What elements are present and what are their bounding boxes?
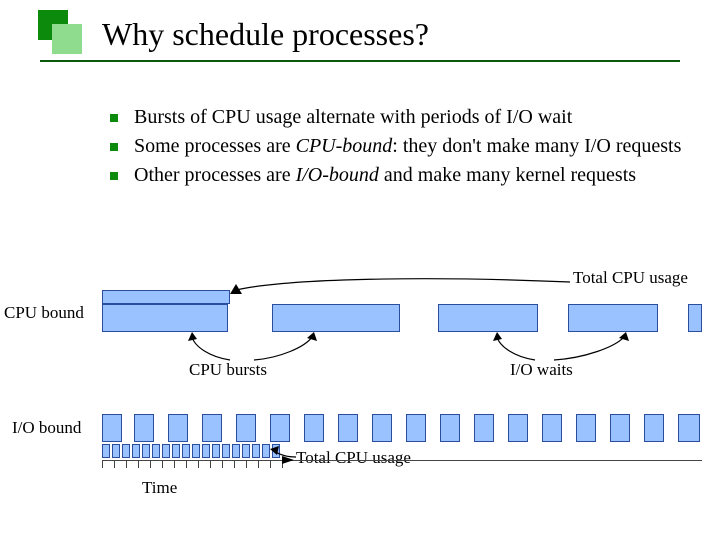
bar — [162, 444, 170, 458]
bar — [610, 414, 630, 442]
bar — [132, 444, 140, 458]
label-io-waits: I/O waits — [510, 360, 573, 380]
bar — [440, 414, 460, 442]
bar — [406, 414, 426, 442]
bar — [508, 414, 528, 442]
bar — [372, 414, 392, 442]
bar — [152, 444, 160, 458]
arrow-total-cpu-top — [230, 276, 580, 298]
bar — [134, 414, 154, 442]
bar — [102, 290, 230, 304]
bullet-item: Some processes are CPU-bound: they don't… — [110, 134, 700, 159]
bar — [122, 444, 130, 458]
bar — [102, 304, 228, 332]
bar — [112, 444, 120, 458]
bar — [338, 414, 358, 442]
bar — [262, 444, 270, 458]
bar — [272, 444, 280, 458]
bar — [142, 444, 150, 458]
label-io-bound: I/O bound — [12, 418, 81, 438]
bar — [182, 444, 190, 458]
bar — [688, 304, 702, 332]
label-total-cpu-usage-bottom: Total CPU usage — [296, 448, 411, 468]
bullet-list: Bursts of CPU usage alternate with perio… — [70, 105, 700, 192]
label-cpu-bound: CPU bound — [4, 303, 84, 323]
time-axis — [102, 460, 702, 461]
bar — [252, 444, 260, 458]
bar — [232, 444, 240, 458]
bar — [202, 444, 210, 458]
bullet-item: Bursts of CPU usage alternate with perio… — [110, 105, 700, 130]
label-time: Time — [142, 478, 177, 498]
arrow-cpu-burst — [250, 332, 320, 362]
bar — [644, 414, 664, 442]
arrow-io-wait — [495, 332, 555, 362]
bar — [102, 444, 110, 458]
bar — [202, 414, 222, 442]
bar — [236, 414, 256, 442]
arrow-io-wait — [550, 332, 630, 362]
slide-title: Why schedule processes? — [102, 16, 429, 53]
accent-square-light — [52, 24, 82, 54]
bar — [474, 414, 494, 442]
bar — [222, 444, 230, 458]
bar — [102, 414, 122, 442]
slide: Why schedule processes? Bursts of CPU us… — [0, 0, 720, 540]
slide-header: Why schedule processes? — [0, 0, 720, 78]
bar — [678, 414, 700, 442]
bar — [272, 304, 400, 332]
bar — [168, 414, 188, 442]
label-total-cpu-usage-top: Total CPU usage — [573, 268, 688, 288]
bullet-item: Other processes are I/O-bound and make m… — [110, 163, 700, 188]
bar — [304, 414, 324, 442]
rule — [40, 60, 680, 62]
bar — [542, 414, 562, 442]
bar — [576, 414, 596, 442]
arrow-cpu-burst — [190, 332, 250, 362]
bar — [212, 444, 220, 458]
bar — [192, 444, 200, 458]
bar — [270, 414, 290, 442]
bar — [568, 304, 658, 332]
bar — [438, 304, 538, 332]
label-cpu-bursts: CPU bursts — [189, 360, 267, 380]
bar — [242, 444, 250, 458]
bar — [172, 444, 180, 458]
